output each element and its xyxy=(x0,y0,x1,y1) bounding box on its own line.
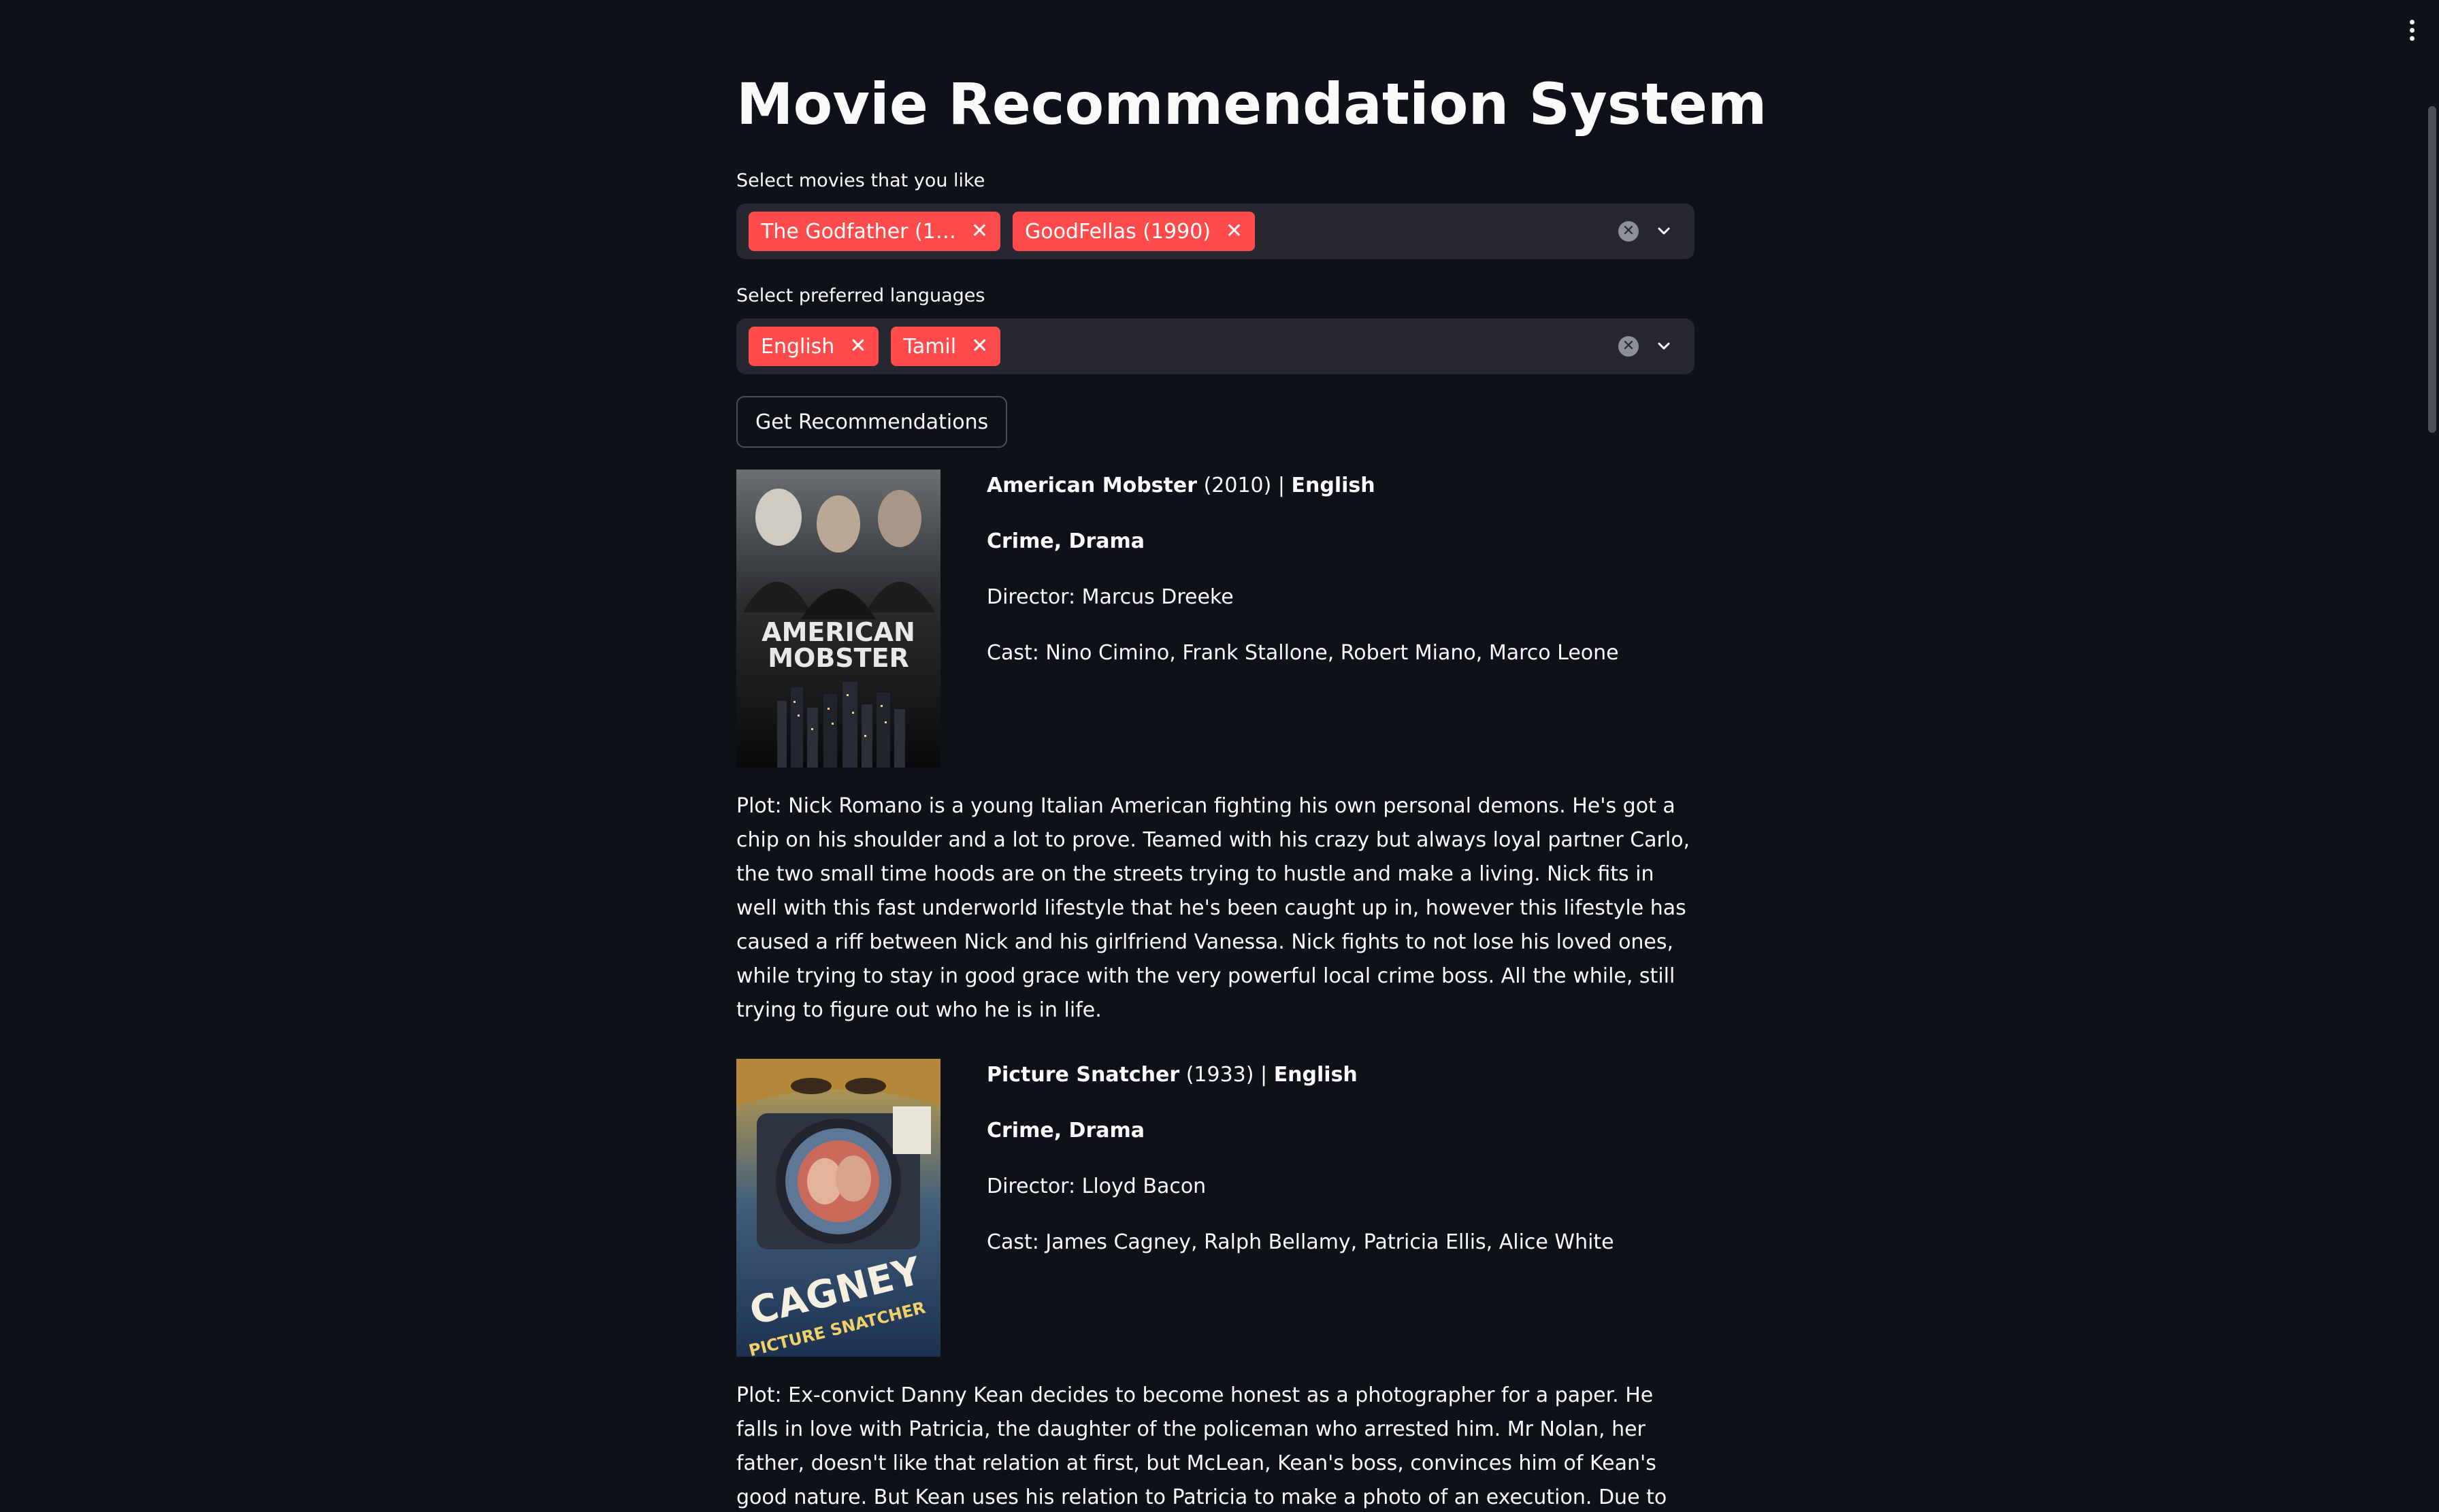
page-title: Movie Recommendation System xyxy=(736,71,1767,137)
languages-multiselect[interactable]: English ✕ Tamil ✕ ✕ xyxy=(736,318,1695,374)
movie-tag-label: The Godfather (1… xyxy=(761,219,956,244)
movie-cast: Cast: James Cagney, Ralph Bellamy, Patri… xyxy=(987,1230,1614,1254)
language-tag: Tamil ✕ xyxy=(891,327,1001,366)
movie-title-line: Picture Snatcher (1933) | English xyxy=(987,1063,1358,1087)
get-recommendations-button[interactable]: Get Recommendations xyxy=(736,396,1008,448)
menu-dot xyxy=(2409,27,2415,33)
title-separator: | xyxy=(1277,474,1285,497)
languages-select-label: Select preferred languages xyxy=(736,285,985,306)
movie-language: English xyxy=(1273,1063,1358,1087)
movies-select-label: Select movies that you like xyxy=(736,170,985,191)
movie-language: English xyxy=(1291,474,1375,497)
movie-year: (1933) xyxy=(1185,1063,1254,1087)
movies-tag-list: The Godfather (1… ✕ GoodFellas (1990) ✕ xyxy=(749,212,1256,251)
remove-tag-icon[interactable]: ✕ xyxy=(971,336,988,357)
clear-all-icon[interactable]: ✕ xyxy=(1618,336,1639,357)
language-tag-label: Tamil xyxy=(903,334,957,359)
movie-year: (2010) xyxy=(1203,474,1272,497)
remove-tag-icon[interactable]: ✕ xyxy=(971,221,988,242)
movie-director: Director: Marcus Dreeke xyxy=(987,585,1234,609)
movie-title-line: American Mobster (2010) | English xyxy=(987,474,1375,497)
language-tag: English ✕ xyxy=(749,327,879,366)
app-page: Movie Recommendation System Select movie… xyxy=(0,0,2439,1512)
languages-tag-list: English ✕ Tamil ✕ xyxy=(749,327,1001,366)
poster-title-text: MOBSTER xyxy=(768,643,909,673)
menu-dot xyxy=(2409,35,2415,41)
chevron-down-icon[interactable] xyxy=(1654,336,1674,357)
movie-genres: Crime, Drama xyxy=(987,529,1145,553)
movie-plot: Plot: Nick Romano is a young Italian Ame… xyxy=(736,794,1690,1022)
chevron-down-icon[interactable] xyxy=(1654,221,1674,242)
movie-tag: GoodFellas (1990) ✕ xyxy=(1012,212,1256,251)
movie-tag: The Godfather (1… ✕ xyxy=(749,212,1000,251)
remove-tag-icon[interactable]: ✕ xyxy=(1226,221,1243,242)
movie-poster-image: AMERICAN MOBSTER xyxy=(736,470,940,768)
page-scrollbar[interactable] xyxy=(2428,106,2436,433)
movie-title: Picture Snatcher xyxy=(987,1063,1180,1087)
main-menu-button[interactable] xyxy=(2398,16,2425,44)
movie-title: American Mobster xyxy=(987,474,1198,497)
clear-all-icon[interactable]: ✕ xyxy=(1618,221,1639,242)
language-tag-label: English xyxy=(761,334,835,359)
movie-plot: Plot: Ex-convict Danny Kean decides to b… xyxy=(736,1383,1667,1509)
movie-genres: Crime, Drama xyxy=(987,1119,1145,1143)
movie-tag-label: GoodFellas (1990) xyxy=(1024,219,1211,244)
movie-poster-image: CAGNEY PICTURE SNATCHER xyxy=(736,1059,940,1357)
title-separator: | xyxy=(1260,1063,1268,1087)
movie-cast: Cast: Nino Cimino, Frank Stallone, Rober… xyxy=(987,641,1619,665)
menu-dot xyxy=(2409,19,2415,24)
movies-multiselect[interactable]: The Godfather (1… ✕ GoodFellas (1990) ✕ … xyxy=(736,203,1695,259)
remove-tag-icon[interactable]: ✕ xyxy=(849,336,866,357)
movie-director: Director: Lloyd Bacon xyxy=(987,1174,1207,1198)
